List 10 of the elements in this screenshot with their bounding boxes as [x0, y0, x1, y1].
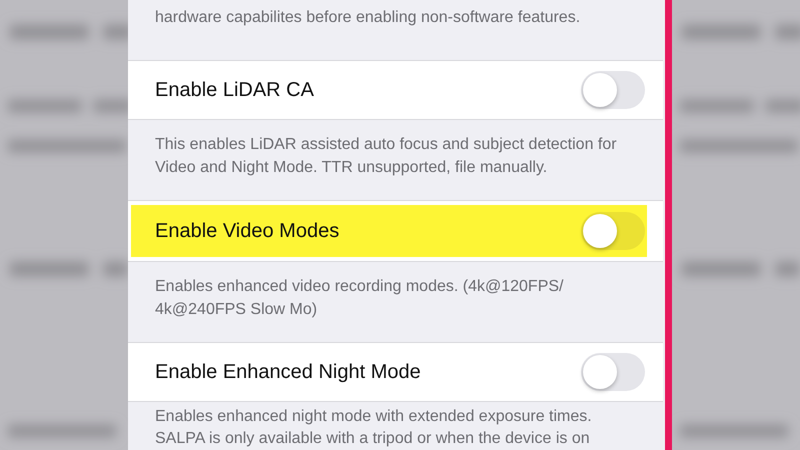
footer-text: Enables enhanced night mode with extended exposure times. SALPA is only available with a tripod or when the device is on — [155, 407, 593, 449]
toggle-switch[interactable] — [581, 212, 645, 250]
toggle-switch[interactable] — [581, 71, 645, 109]
footer-text: hardware capabilites before enabling non-software features. — [155, 8, 582, 28]
setting-label: Enable Enhanced Night Mode — [155, 360, 421, 384]
setting-label: Enable LiDAR CA — [155, 78, 314, 102]
setting-label: Enable Video Modes — [155, 220, 340, 242]
toggle-switch[interactable] — [581, 353, 645, 391]
footer-text: This enables LiDAR assisted auto focus and subject detection for Video and Night Mode. TTR unsupported, file manually. — [155, 135, 618, 178]
footer-text: Enables enhanced video recording modes. (4k@120FPS/ 4k@240FPS Slow Mo) — [155, 277, 564, 320]
